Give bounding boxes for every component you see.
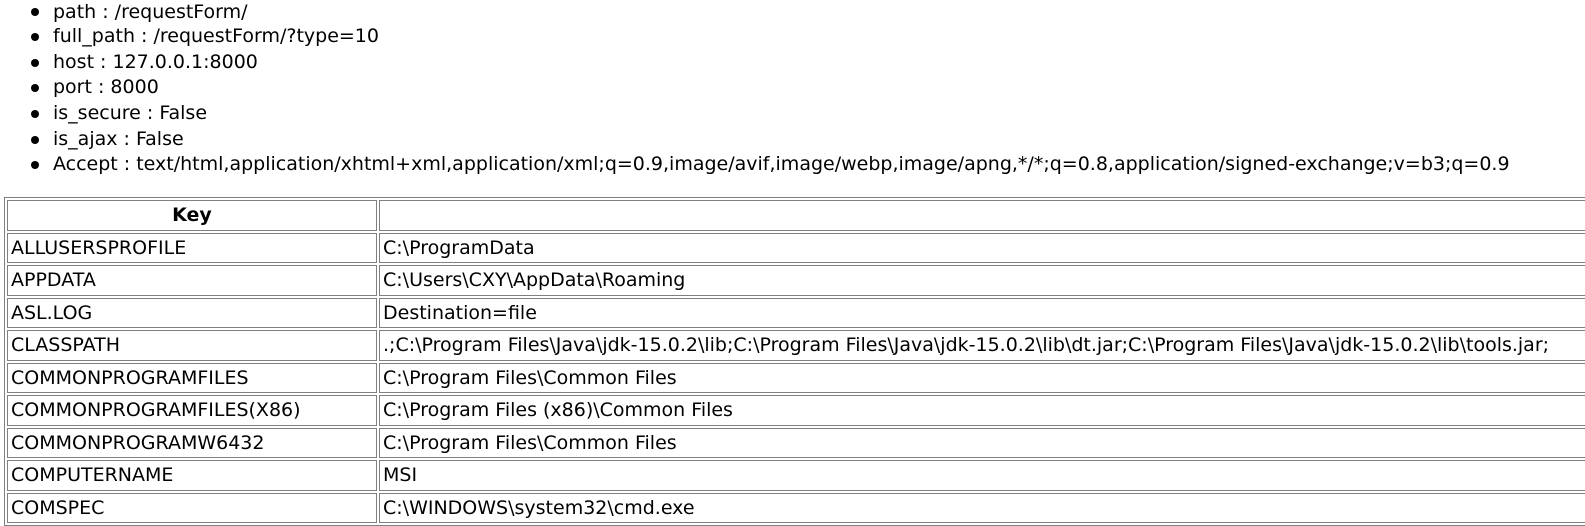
cell-value: C:\Program Files\Common Files [379,427,1585,458]
list-item: is_ajax : False [0,127,1510,153]
cell-key: APPDATA [7,265,377,296]
cell-key: ASL.LOG [7,297,377,328]
list-item: is_secure : False [0,101,1510,127]
env-table: Key ALLUSERSPROFILE C:\ProgramData APPDA… [4,197,1585,526]
table-row: COMMONPROGRAMFILES C:\Program Files\Comm… [7,362,1585,393]
table-row: APPDATA C:\Users\CXY\AppData\Roaming [7,265,1585,296]
list-item: host : 127.0.0.1:8000 [0,50,1510,76]
request-info-list: path : /requestForm/ full_path : /reques… [0,0,1510,178]
list-item: Accept : text/html,application/xhtml+xml… [0,152,1510,178]
cell-value: C:\Program Files (x86)\Common Files [379,395,1585,426]
cell-key: COMPUTERNAME [7,460,377,491]
table-row: COMSPEC C:\WINDOWS\system32\cmd.exe [7,492,1585,523]
cell-value: C:\Program Files\Common Files [379,362,1585,393]
cell-value: C:\ProgramData [379,232,1585,263]
list-item: full_path : /requestForm/?type=10 [0,24,1510,50]
table-header-row: Key [7,200,1585,231]
list-item: port : 8000 [0,75,1510,101]
table-row: COMPUTERNAME MSI [7,460,1585,491]
list-item: path : /requestForm/ [0,0,1510,24]
env-table-container: Key ALLUSERSPROFILE C:\ProgramData APPDA… [4,197,1585,526]
cell-value: Destination=file [379,297,1585,328]
header-value [379,200,1585,231]
cell-value: MSI [379,460,1585,491]
cell-key: ALLUSERSPROFILE [7,232,377,263]
cell-key: COMMONPROGRAMFILES [7,362,377,393]
header-key: Key [7,200,377,231]
cell-key: COMMONPROGRAMW6432 [7,427,377,458]
cell-key: COMMONPROGRAMFILES(X86) [7,395,377,426]
cell-value: C:\WINDOWS\system32\cmd.exe [379,492,1585,523]
cell-value: .;C:\Program Files\Java\jdk-15.0.2\lib;C… [379,330,1585,361]
table-row: COMMONPROGRAMW6432 C:\Program Files\Comm… [7,427,1585,458]
cell-key: COMSPEC [7,492,377,523]
table-row: CLASSPATH .;C:\Program Files\Java\jdk-15… [7,330,1585,361]
cell-value: C:\Users\CXY\AppData\Roaming [379,265,1585,296]
table-row: ALLUSERSPROFILE C:\ProgramData [7,232,1585,263]
cell-key: CLASSPATH [7,330,377,361]
table-row: ASL.LOG Destination=file [7,297,1585,328]
table-row: COMMONPROGRAMFILES(X86) C:\Program Files… [7,395,1585,426]
